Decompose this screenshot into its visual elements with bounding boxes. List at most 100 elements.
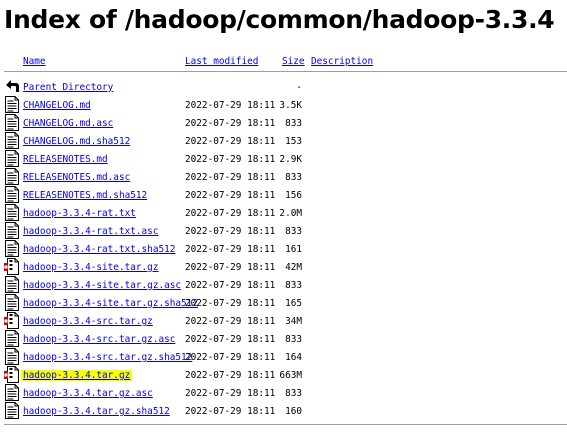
description-column-header[interactable]: Description [311,56,373,67]
text-file-icon [4,204,20,221]
file-link[interactable]: hadoop-3.3.4-rat.txt.sha512 [23,244,175,255]
parent-directory-row: Parent Directory - [4,78,567,96]
file-last-modified: 2022-07-29 18:11 [185,136,276,147]
file-link[interactable]: hadoop-3.3.4-site.tar.gz.asc [23,280,181,291]
file-size: 833 [285,172,302,183]
file-size: 833 [285,280,302,291]
sort-by-name-link[interactable]: Name [23,56,46,67]
file-last-modified: 2022-07-29 18:11 [185,190,276,201]
file-size: 3.5K [279,100,302,111]
file-last-modified: 2022-07-29 18:11 [185,226,276,237]
file-link[interactable]: RELEASENOTES.md.sha512 [23,190,147,201]
file-size: 164 [285,352,302,363]
file-row: RELEASENOTES.md.asc 2022-07-29 18:11 833 [4,168,567,186]
file-last-modified: 2022-07-29 18:11 [185,280,276,291]
text-file-icon [4,168,20,185]
file-link[interactable]: RELEASENOTES.md.asc [23,172,130,183]
file-row: hadoop-3.3.4-site.tar.gz.asc 2022-07-29 1… [4,276,567,294]
sort-by-size-link[interactable]: Size [282,56,305,67]
text-file-icon [4,384,20,401]
text-file-icon [4,294,20,311]
text-file-icon [4,276,20,293]
listing-header: Name Last modified Size Description [4,53,567,69]
file-size: 2.9K [279,154,302,165]
file-row: hadoop-3.3.4-rat.txt.asc 2022-07-29 18:11… [4,222,567,240]
file-size: 34M [285,316,302,327]
file-size: 2.0M [279,208,302,219]
file-row: hadoop-3.3.4-src.tar.gz.asc 2022-07-29 18… [4,330,567,348]
file-link[interactable]: hadoop-3.3.4-src.tar.gz [23,316,153,327]
size-column-header[interactable]: Size [282,56,305,67]
file-link[interactable]: hadoop-3.3.4-src.tar.gz.asc [23,334,175,345]
file-row: CHANGELOG.md.asc 2022-07-29 18:11 833 [4,114,567,132]
file-row: hadoop-3.3.4-rat.txt.sha512 2022-07-29 18… [4,240,567,258]
file-link[interactable]: hadoop-3.3.4.tar.gz [21,370,133,381]
archive-icon [4,366,20,383]
file-row: hadoop-3.3.4-src.tar.gz 2022-07-29 18:11 3… [4,312,567,330]
file-size: 833 [285,118,302,129]
file-last-modified: 2022-07-29 18:11 [185,406,276,417]
parent-directory-size: - [296,82,302,93]
text-file-icon [4,150,20,167]
file-link[interactable]: CHANGELOG.md.asc [23,118,113,129]
file-size: 160 [285,406,302,417]
file-link[interactable]: hadoop-3.3.4-rat.txt.asc [23,226,158,237]
file-size: 156 [285,190,302,201]
file-row: hadoop-3.3.4-rat.txt 2022-07-29 18:11 2.0M [4,204,567,222]
file-size: 161 [285,244,302,255]
text-file-icon [4,330,20,347]
file-last-modified: 2022-07-29 18:11 [185,388,276,399]
sort-by-last-modified-link[interactable]: Last modified [185,56,258,67]
text-file-icon [4,240,20,257]
file-row: hadoop-3.3.4.tar.gz 2022-07-29 18:11 663M [4,366,567,384]
file-size: 42M [285,262,302,273]
file-last-modified: 2022-07-29 18:11 [185,172,276,183]
file-row: CHANGELOG.md.sha512 2022-07-29 18:11 153 [4,132,567,150]
file-size: 833 [285,388,302,399]
file-row: hadoop-3.3.4.tar.gz.asc 2022-07-29 18:11 8… [4,384,567,402]
file-row: hadoop-3.3.4.tar.gz.sha512 2022-07-29 18:… [4,402,567,420]
text-file-icon [4,402,20,419]
last-modified-column-header[interactable]: Last modified [185,56,258,67]
text-file-icon [4,348,20,365]
file-last-modified: 2022-07-29 18:11 [185,208,276,219]
file-row: RELEASENOTES.md.sha512 2022-07-29 18:11 15… [4,186,567,204]
file-row: CHANGELOG.md 2022-07-29 18:11 3.5K [4,96,567,114]
footer-separator [4,424,567,425]
file-link[interactable]: RELEASENOTES.md [23,154,108,165]
directory-listing: Name Last modified Size Description Pare… [4,53,567,425]
file-link[interactable]: hadoop-3.3.4-src.tar.gz.sha512 [23,352,192,363]
archive-icon [4,258,20,275]
parent-directory-link[interactable]: Parent Directory [23,82,113,93]
file-row: hadoop-3.3.4-site.tar.gz.sha512 2022-07-2… [4,294,567,312]
archive-icon [4,312,20,329]
file-row: RELEASENOTES.md 2022-07-29 18:11 2.9K [4,150,567,168]
file-size: 165 [285,298,302,309]
text-file-icon [4,96,20,113]
file-last-modified: 2022-07-29 18:11 [185,370,276,381]
text-file-icon [4,186,20,203]
file-size: 833 [285,226,302,237]
file-size: 663M [279,370,302,381]
text-file-icon [4,114,20,131]
file-link[interactable]: CHANGELOG.md.sha512 [23,136,130,147]
file-link[interactable]: hadoop-3.3.4.tar.gz.asc [23,388,153,399]
file-last-modified: 2022-07-29 18:11 [185,262,276,273]
file-size: 833 [285,334,302,345]
sort-by-description-link[interactable]: Description [311,56,373,67]
file-last-modified: 2022-07-29 18:11 [185,118,276,129]
file-link[interactable]: hadoop-3.3.4-site.tar.gz.sha512 [23,298,198,309]
file-link[interactable]: hadoop-3.3.4.tar.gz.sha512 [23,406,170,417]
back-arrow-icon [4,78,20,95]
file-link[interactable]: CHANGELOG.md [23,100,91,111]
file-last-modified: 2022-07-29 18:11 [185,316,276,327]
file-last-modified: 2022-07-29 18:11 [185,154,276,165]
page-title: Index of /hadoop/common/hadoop-3.3.4 [4,5,555,34]
file-last-modified: 2022-07-29 18:11 [185,244,276,255]
file-link[interactable]: hadoop-3.3.4-site.tar.gz [23,262,158,273]
file-link[interactable]: hadoop-3.3.4-rat.txt [23,208,136,219]
header-separator [4,71,567,72]
file-row: hadoop-3.3.4-site.tar.gz 2022-07-29 18:11… [4,258,567,276]
name-column-header[interactable]: Name [23,56,46,67]
text-file-icon [4,222,20,239]
